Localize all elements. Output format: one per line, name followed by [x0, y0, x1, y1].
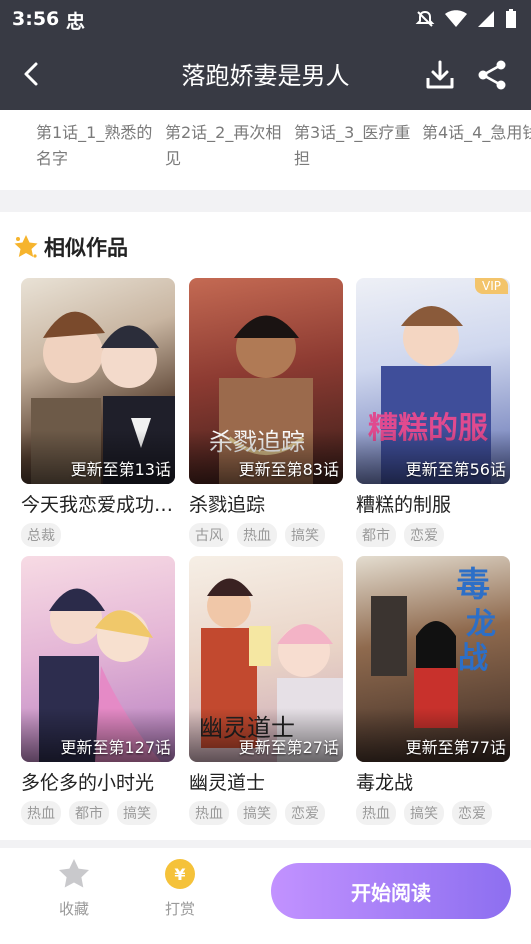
tag-list: 古风 热血 搞笑 — [189, 523, 349, 547]
tag-list: 热血 搞笑 恋爱 — [356, 801, 516, 825]
genre-tag: 恋爱 — [285, 801, 325, 825]
section-header: 相似作品 — [12, 232, 128, 262]
update-badge: 更新至第13话 — [70, 460, 171, 479]
update-badge: 更新至第127话 — [60, 738, 171, 757]
genre-tag: 热血 — [356, 801, 396, 825]
comic-title: 毒龙战 — [356, 772, 414, 794]
comic-cover[interactable]: 毒龙战 更新至第77话 — [356, 556, 510, 762]
genre-tag: 搞笑 — [117, 801, 157, 825]
update-badge: 更新至第56话 — [405, 460, 506, 479]
update-badge: 更新至第77话 — [405, 738, 506, 757]
tip-button[interactable]: ¥ 打赏 — [160, 856, 200, 919]
comic-title: 今天我恋爱成功… — [21, 494, 174, 516]
comic-card[interactable]: 毒龙战 更新至第77话 毒龙战 热血 搞笑 恋爱 — [356, 556, 510, 825]
mute-icon — [415, 10, 435, 27]
svg-text:战: 战 — [458, 641, 488, 676]
chapter-list: 第1话_1_熟悉的名字 第2话_2_再次相见 第3话_3_医疗重担 第4话_4_… — [0, 110, 531, 190]
genre-tag: 热血 — [237, 523, 277, 547]
comic-cover[interactable]: 更新至第13话 — [21, 278, 175, 484]
genre-tag: 都市 — [356, 523, 396, 547]
comic-cover[interactable]: 幽灵道士 更新至第27话 — [189, 556, 343, 762]
coin-glyph: ¥ — [174, 865, 185, 884]
comic-cover[interactable]: 糟糕的服 VIP 更新至第56话 — [356, 278, 510, 484]
genre-tag: 恋爱 — [452, 801, 492, 825]
update-badge: 更新至第83话 — [238, 460, 339, 479]
star-icon — [59, 859, 89, 888]
comic-title: 糟糕的制服 — [356, 494, 452, 516]
chapter-item[interactable]: 第2话_2_再次相见 — [165, 120, 283, 172]
comic-card[interactable]: 更新至第127话 多伦多的小时光 热血 都市 搞笑 — [21, 556, 175, 825]
chapter-item[interactable]: 第4话_4_急用钱 — [422, 120, 531, 146]
title-bar: 落跑娇妻是男人 — [0, 38, 531, 110]
genre-tag: 热血 — [189, 801, 229, 825]
coin-icon: ¥ — [165, 859, 195, 889]
download-icon[interactable] — [423, 58, 457, 92]
bottom-action-bar: 收藏 ¥ 打赏 开始阅读 — [0, 848, 531, 944]
genre-tag: 恋爱 — [404, 523, 444, 547]
tag-list: 总裁 — [21, 523, 181, 547]
genre-tag: 搞笑 — [285, 523, 325, 547]
star-burst-icon — [14, 235, 38, 258]
genre-tag: 热血 — [21, 801, 61, 825]
start-reading-button[interactable]: 开始阅读 — [271, 863, 511, 919]
genre-tag: 搞笑 — [237, 801, 277, 825]
comic-card[interactable]: 更新至第13话 今天我恋爱成功… 总裁 — [21, 278, 175, 547]
share-icon[interactable] — [475, 58, 509, 92]
tag-list: 热血 都市 搞笑 — [21, 801, 181, 825]
favorite-button[interactable]: 收藏 — [54, 856, 94, 919]
tag-list: 都市 恋爱 — [356, 523, 516, 547]
comic-title: 杀戮追踪 — [189, 494, 266, 516]
update-badge: 更新至第27话 — [238, 738, 339, 757]
comic-cover[interactable]: 更新至第127话 — [21, 556, 175, 762]
tip-label: 打赏 — [164, 900, 195, 918]
battery-icon — [506, 9, 516, 28]
comic-title: 多伦多的小时光 — [21, 772, 155, 794]
svg-text:龙: 龙 — [466, 607, 496, 642]
section-title: 相似作品 — [44, 236, 128, 260]
genre-tag: 总裁 — [21, 523, 61, 547]
vip-badge: VIP — [475, 278, 508, 294]
similar-works-section: 相似作品 更新至第13话 今天我恋爱成功… 总裁 杀戮追踪 更新至第83话 杀戮… — [0, 212, 531, 840]
genre-tag: 搞笑 — [404, 801, 444, 825]
status-icons — [415, 9, 517, 29]
chapter-item[interactable]: 第3话_3_医疗重担 — [294, 120, 412, 172]
signal-icon — [478, 11, 494, 27]
comic-card[interactable]: 杀戮追踪 更新至第83话 杀戮追踪 古风 热血 搞笑 — [189, 278, 343, 547]
comic-title: 幽灵道士 — [189, 772, 266, 794]
favorite-label: 收藏 — [58, 900, 89, 918]
genre-tag: 古风 — [189, 523, 229, 547]
tag-list: 热血 搞笑 恋爱 — [189, 801, 349, 825]
comic-card[interactable]: 幽灵道士 更新至第27话 幽灵道士 热血 搞笑 恋爱 — [189, 556, 343, 825]
status-bar: 3:56 忠 — [0, 0, 531, 38]
app-notification-icon: 忠 — [66, 11, 86, 33]
genre-tag: 都市 — [69, 801, 109, 825]
comic-cover[interactable]: 杀戮追踪 更新至第83话 — [189, 278, 343, 484]
svg-text:毒: 毒 — [456, 565, 490, 605]
wifi-icon — [445, 10, 467, 27]
comic-card[interactable]: 糟糕的服 VIP 更新至第56话 糟糕的制服 都市 恋爱 — [356, 278, 510, 547]
status-time: 3:56 — [12, 8, 60, 30]
chapter-item[interactable]: 第1话_1_熟悉的名字 — [36, 120, 154, 172]
